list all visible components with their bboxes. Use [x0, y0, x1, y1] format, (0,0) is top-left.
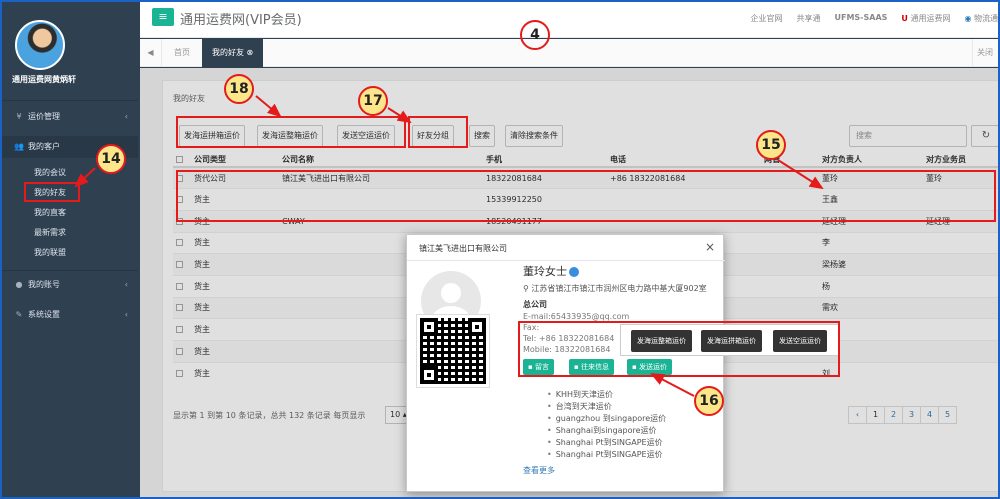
annotation-arrows: [74, 95, 824, 397]
arrow-16: [650, 373, 695, 397]
annotation-badge-17: 17: [358, 86, 388, 116]
arrow-17: [387, 107, 412, 124]
annotation-badge-18: 18: [224, 74, 254, 104]
annotation-badge-16: 16: [694, 386, 724, 416]
arrow-18: [255, 95, 282, 118]
annotation-badge-14: 14: [96, 144, 126, 174]
annotation-badge-4: 4: [520, 20, 550, 50]
arrow-15: [777, 159, 824, 190]
arrow-14: [74, 167, 96, 188]
annotation-badge-15: 15: [756, 130, 786, 160]
